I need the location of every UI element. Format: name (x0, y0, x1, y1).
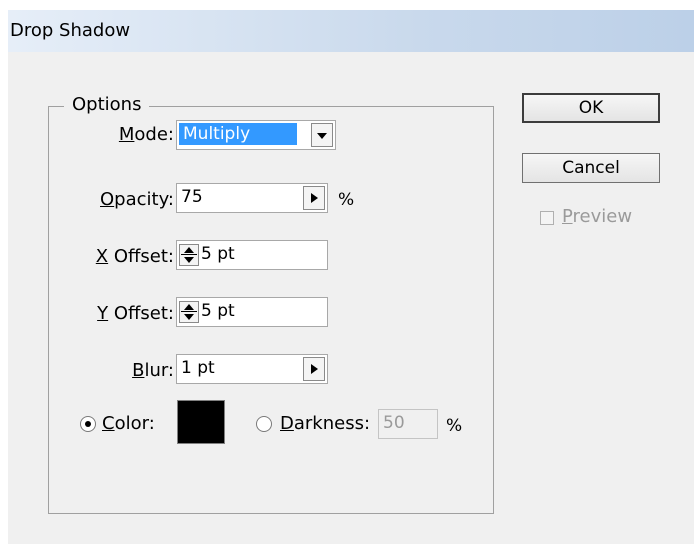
color-radio[interactable] (80, 416, 96, 432)
dialog-title: Drop Shadow (10, 20, 131, 41)
opacity-label: Opacity: (100, 189, 174, 210)
x-offset-label: X Offset: (95, 246, 174, 267)
darkness-radio[interactable] (256, 416, 272, 432)
y-offset-value: 5 pt (201, 301, 235, 321)
darkness-label: Darkness: (280, 413, 371, 434)
spinner-divider (181, 311, 197, 312)
opacity-value: 75 (181, 187, 203, 207)
blur-label: Blur: (132, 360, 174, 381)
mode-dropdown-button[interactable] (311, 123, 333, 147)
opacity-slider-button[interactable] (303, 186, 325, 210)
x-offset-spinner[interactable] (179, 244, 199, 266)
opacity-unit: % (338, 190, 355, 210)
preview-label: Preview (562, 206, 633, 227)
spin-down-icon (184, 314, 194, 320)
triangle-right-icon (311, 364, 318, 374)
color-swatch[interactable] (177, 400, 225, 444)
darkness-field[interactable]: 50 (378, 409, 438, 439)
options-legend: Options (64, 94, 150, 115)
spin-down-icon (184, 257, 194, 263)
spin-up-icon (184, 247, 194, 253)
spinner-divider (181, 254, 197, 255)
radio-selected-dot (85, 421, 91, 427)
mode-label: Mode: (118, 124, 174, 145)
x-offset-value: 5 pt (201, 244, 235, 264)
drop-shadow-dialog: Drop Shadow Options Mode: Multiply Opaci… (8, 10, 694, 544)
blur-value: 1 pt (181, 358, 215, 378)
color-label: Color: (102, 413, 155, 434)
y-offset-spinner[interactable] (179, 301, 199, 323)
chevron-down-icon (317, 133, 327, 139)
blur-field[interactable]: 1 pt (176, 354, 328, 384)
x-offset-field[interactable]: 5 pt (176, 240, 328, 270)
ok-button[interactable]: OK (522, 93, 660, 123)
darkness-unit: % (446, 416, 463, 436)
mode-select[interactable]: Multiply (176, 120, 336, 150)
y-offset-field[interactable]: 5 pt (176, 297, 328, 327)
title-bar: Drop Shadow (8, 10, 694, 52)
spin-up-icon (184, 304, 194, 310)
triangle-right-icon (311, 193, 318, 203)
preview-checkbox[interactable] (540, 211, 554, 225)
blur-slider-button[interactable] (303, 357, 325, 381)
mode-value: Multiply (179, 123, 297, 145)
cancel-button[interactable]: Cancel (522, 153, 660, 183)
y-offset-label: Y Offset: (97, 303, 174, 324)
opacity-field[interactable]: 75 (176, 183, 328, 213)
darkness-value: 50 (383, 413, 405, 433)
